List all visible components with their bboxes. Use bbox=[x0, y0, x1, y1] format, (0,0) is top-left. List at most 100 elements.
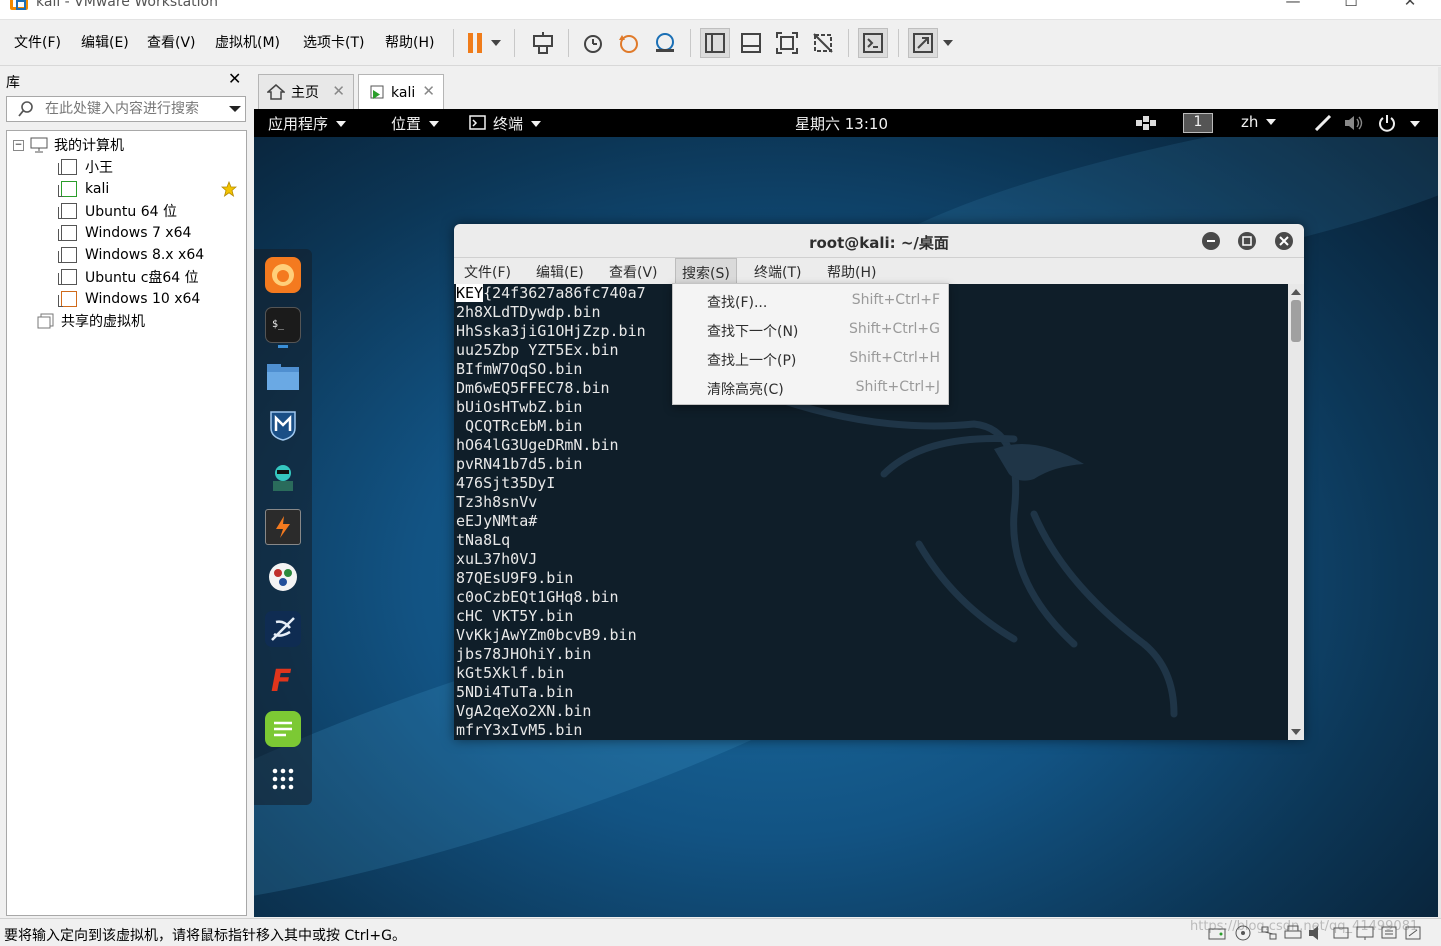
tree-vm-xiaowang[interactable]: 小王 bbox=[58, 156, 113, 178]
sound-card-icon[interactable] bbox=[1308, 925, 1326, 941]
armitage-icon[interactable] bbox=[265, 459, 301, 495]
library-view-icon[interactable] bbox=[700, 28, 730, 58]
pen-icon[interactable] bbox=[1314, 115, 1332, 131]
stretch-view-icon[interactable] bbox=[908, 28, 938, 58]
scrollbar-thumb[interactable] bbox=[1291, 300, 1301, 342]
applications-menu[interactable]: 应用程序 bbox=[268, 113, 347, 134]
terminal-line: HhSska3jiG1OHjZzp.bin bbox=[456, 322, 646, 340]
power-dropdown-icon[interactable] bbox=[486, 28, 506, 58]
snapshot-manager-icon[interactable] bbox=[650, 28, 680, 58]
tree-vm-label: 小王 bbox=[85, 160, 113, 176]
places-menu[interactable]: 位置 bbox=[391, 113, 440, 134]
beef-icon[interactable] bbox=[265, 611, 301, 647]
tree-vm-kali[interactable]: kali bbox=[58, 178, 241, 200]
menu-vm[interactable]: 虚拟机(M) bbox=[215, 32, 280, 52]
leafpad-icon[interactable] bbox=[265, 711, 301, 747]
stretch-dropdown-icon[interactable] bbox=[938, 28, 958, 58]
terminal-menu-file[interactable]: 文件(F) bbox=[464, 262, 511, 282]
minimize-button[interactable]: — bbox=[1270, 0, 1316, 18]
collapse-icon[interactable]: − bbox=[13, 139, 24, 151]
terminal-line: eEJyNMta# bbox=[456, 512, 538, 530]
search-dropdown-icon[interactable] bbox=[229, 101, 241, 117]
menu-find-previous[interactable]: 查找上一个(P) Shift+Ctrl+H bbox=[673, 345, 950, 374]
terminal-window[interactable]: root@kali: ~/桌面 文件(F) 编辑(E) 查看(V) 搜索(S) … bbox=[454, 224, 1304, 740]
tree-vm-label: kali bbox=[85, 181, 110, 197]
scroll-up-icon[interactable] bbox=[1288, 286, 1304, 298]
system-menu-caret-icon[interactable] bbox=[1410, 121, 1420, 127]
faraday-icon[interactable]: F bbox=[265, 661, 301, 697]
console-view-icon[interactable] bbox=[858, 28, 888, 58]
vm-display[interactable]: 应用程序 位置 终端 星期六 13:10 1 zh $_ F root@kali… bbox=[254, 109, 1438, 917]
key-highlight: KEY bbox=[456, 284, 484, 302]
usb-icon[interactable] bbox=[1332, 925, 1350, 941]
revert-snapshot-icon[interactable] bbox=[614, 28, 644, 58]
metasploit-icon[interactable] bbox=[265, 407, 301, 443]
menu-tabs[interactable]: 选项卡(T) bbox=[303, 32, 364, 52]
maximize-button[interactable]: ☐ bbox=[1328, 0, 1374, 18]
language-indicator[interactable]: zh bbox=[1241, 113, 1277, 131]
terminal-maximize-icon[interactable] bbox=[1238, 232, 1256, 250]
favorite-star-icon[interactable] bbox=[221, 181, 237, 197]
terminal-menu-view[interactable]: 查看(V) bbox=[609, 262, 658, 282]
send-ctrl-alt-del-icon[interactable] bbox=[528, 28, 558, 58]
show-apps-grid-icon[interactable] bbox=[265, 761, 301, 797]
fit-guest-icon[interactable] bbox=[1404, 925, 1422, 941]
tab-kali[interactable]: kali ✕ bbox=[358, 74, 444, 110]
tree-root-label: 我的计算机 bbox=[54, 138, 124, 154]
tab-close-icon[interactable]: ✕ bbox=[332, 82, 345, 100]
terminal-menu-search[interactable]: 搜索(S) bbox=[675, 258, 737, 284]
printer-icon[interactable] bbox=[1284, 925, 1302, 941]
tree-vm-label: Windows 8.x x64 bbox=[85, 247, 205, 263]
volume-icon[interactable] bbox=[1344, 115, 1364, 131]
tree-vm-win8[interactable]: Windows 8.x x64 bbox=[58, 244, 205, 266]
fullscreen-icon[interactable] bbox=[772, 28, 802, 58]
tree-my-computer[interactable]: − 我的计算机 bbox=[13, 134, 124, 156]
terminal-menu-help[interactable]: 帮助(H) bbox=[827, 262, 876, 282]
tree-vm-ubuntu-c[interactable]: Ubuntu c盘64 位 bbox=[58, 266, 199, 288]
message-log-icon[interactable] bbox=[1380, 925, 1398, 941]
terminal-app-menu[interactable]: 终端 bbox=[469, 113, 542, 134]
workspace-indicator[interactable]: 1 bbox=[1183, 113, 1213, 133]
menu-find-next[interactable]: 查找下一个(N) Shift+Ctrl+G bbox=[673, 316, 950, 345]
terminal-minimize-icon[interactable] bbox=[1202, 232, 1220, 250]
power-icon[interactable] bbox=[1378, 114, 1396, 132]
terminal-dock-icon[interactable]: $_ bbox=[265, 307, 301, 343]
network-icon[interactable] bbox=[1136, 116, 1156, 130]
snapshot-icon[interactable] bbox=[578, 28, 608, 58]
tree-shared-vms[interactable]: 共享的虚拟机 bbox=[37, 310, 145, 332]
hard-disk-icon[interactable] bbox=[1208, 925, 1226, 941]
terminal-menu-terminal[interactable]: 终端(T) bbox=[754, 262, 801, 282]
network-adapter-icon[interactable] bbox=[1260, 925, 1278, 941]
menu-edit[interactable]: 编辑(E) bbox=[81, 32, 129, 52]
thumbnail-view-icon[interactable] bbox=[736, 28, 766, 58]
files-icon[interactable] bbox=[265, 359, 301, 395]
menu-clear-highlight[interactable]: 清除高亮(C) Shift+Ctrl+J bbox=[673, 374, 950, 403]
tree-vm-ubuntu64[interactable]: Ubuntu 64 位 bbox=[58, 200, 177, 222]
menu-file[interactable]: 文件(F) bbox=[14, 32, 61, 52]
terminal-close-icon[interactable] bbox=[1275, 232, 1293, 250]
clock[interactable]: 星期六 13:10 bbox=[795, 113, 888, 134]
terminal-scrollbar[interactable] bbox=[1288, 284, 1304, 740]
terminal-titlebar[interactable]: root@kali: ~/桌面 bbox=[454, 224, 1304, 258]
tab-close-icon[interactable]: ✕ bbox=[422, 82, 435, 100]
tree-vm-win7[interactable]: Windows 7 x64 bbox=[58, 222, 191, 244]
menu-help[interactable]: 帮助(H) bbox=[385, 32, 434, 52]
terminal-menu-edit[interactable]: 编辑(E) bbox=[536, 262, 584, 282]
display-icon[interactable] bbox=[1356, 925, 1374, 941]
library-search-input[interactable] bbox=[45, 100, 225, 118]
terminal-line: VvKkjAwYZm0bcvB9.bin bbox=[456, 626, 637, 644]
firefox-icon[interactable] bbox=[265, 257, 301, 293]
tree-vm-win10[interactable]: Windows 10 x64 bbox=[58, 288, 200, 310]
menu-view[interactable]: 查看(V) bbox=[147, 32, 196, 52]
menu-find[interactable]: 查找(F)... Shift+Ctrl+F bbox=[673, 287, 950, 316]
library-search-box[interactable] bbox=[6, 96, 246, 122]
tab-home[interactable]: 主页 ✕ bbox=[258, 74, 354, 109]
unity-icon[interactable] bbox=[808, 28, 838, 58]
terminal-line: kGt5Xklf.bin bbox=[456, 664, 565, 682]
close-window-button[interactable]: ✕ bbox=[1387, 0, 1433, 18]
library-close-button[interactable]: ✕ bbox=[228, 69, 241, 88]
cd-dvd-icon[interactable] bbox=[1234, 925, 1252, 941]
burpsuite-icon[interactable] bbox=[265, 509, 301, 545]
scroll-down-icon[interactable] bbox=[1288, 726, 1304, 738]
maltego-icon[interactable] bbox=[265, 559, 301, 595]
